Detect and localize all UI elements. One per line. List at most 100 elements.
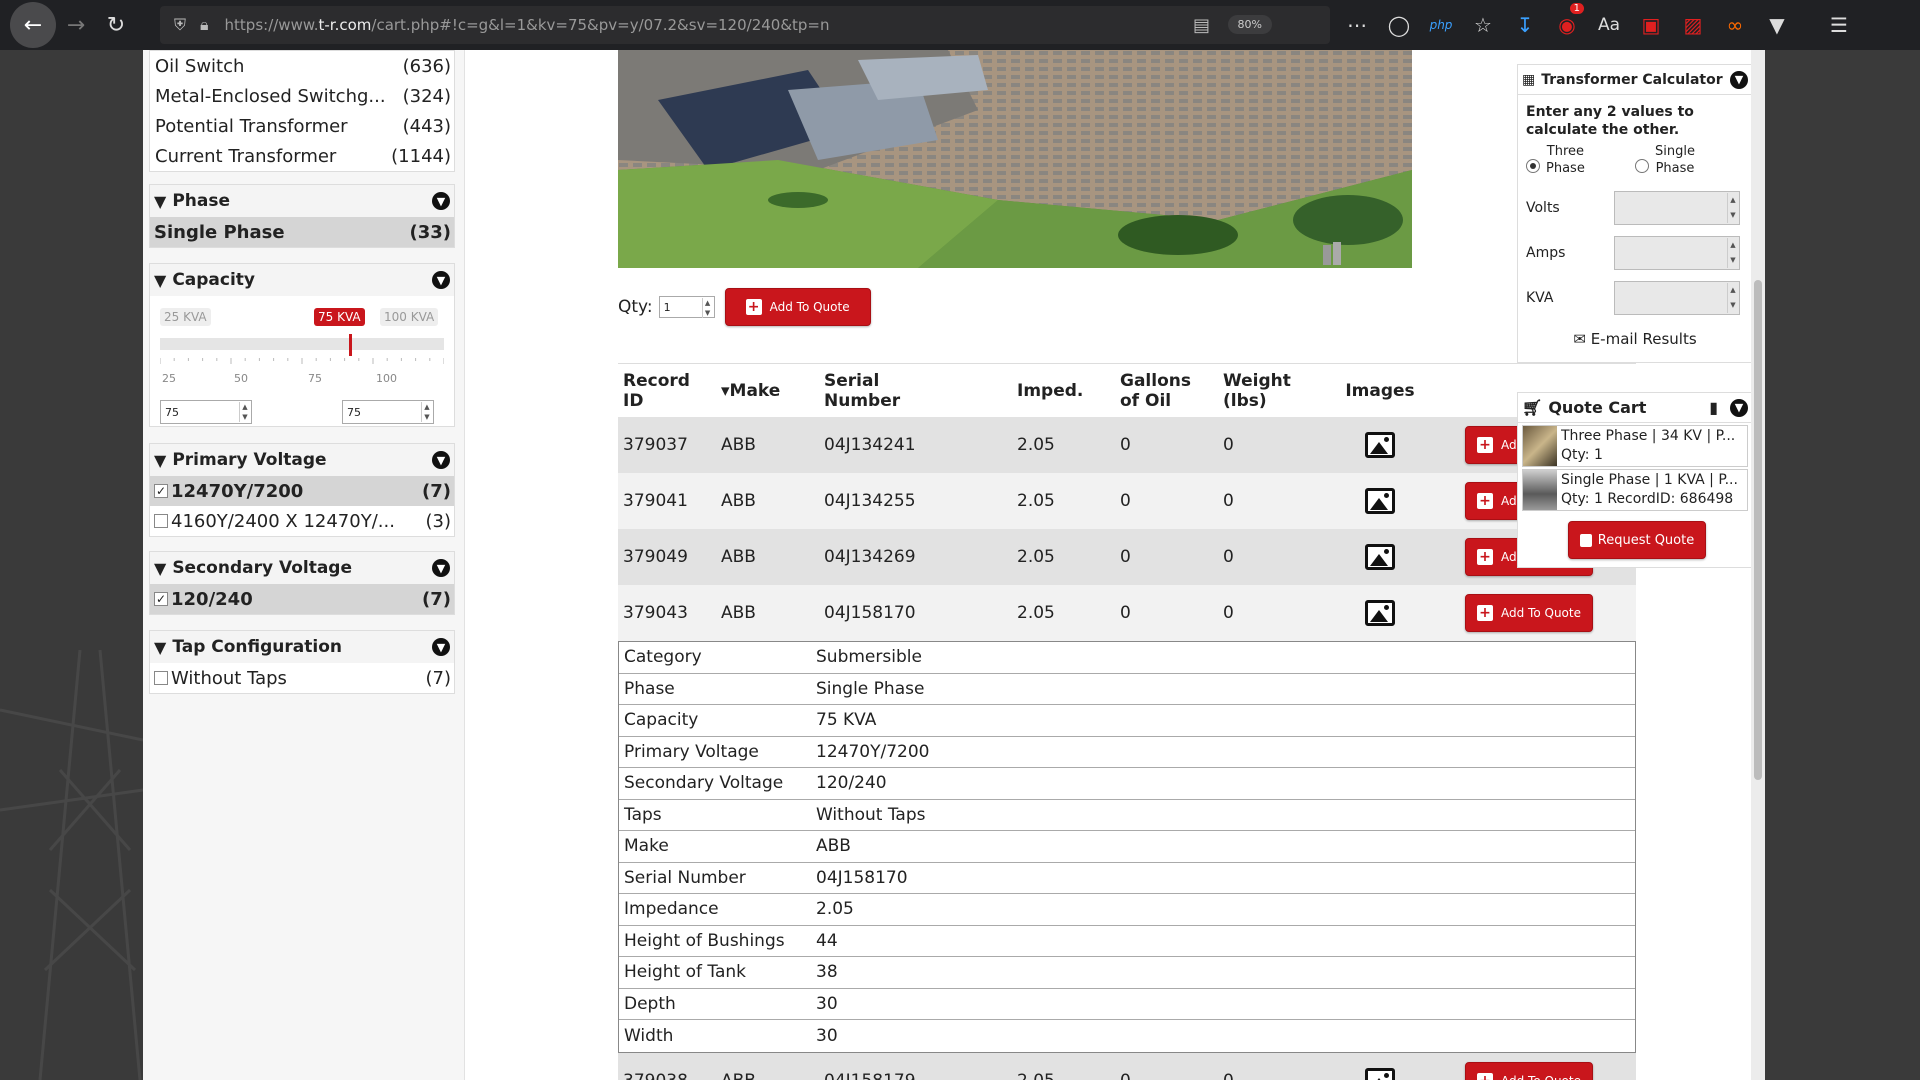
spinner-icon[interactable]: ▲ ▼ [1727,192,1738,223]
detail-key: Impedance [624,899,719,920]
chevron-down-icon[interactable]: ▼ [1730,70,1748,89]
cart-item[interactable]: Single Phase | 1 KVA | P... Qty: 1 Recor… [1522,469,1748,511]
amps-input[interactable]: ▲ ▼ [1614,235,1740,270]
detail-row: Taps Without Taps [619,800,1635,831]
lock-icon[interactable]: 🔒︎ [200,15,209,35]
spinner-icon[interactable]: ▲ ▼ [421,402,432,422]
chevron-down-icon[interactable]: ▼ [432,451,450,469]
forward-icon[interactable]: → [56,5,96,45]
volts-input[interactable]: ▲ ▼ [1614,190,1740,225]
camera-icon[interactable]: ▣ [1634,5,1668,45]
secondary-voltage-option[interactable]: ✓ 120/240 (7) [150,584,454,614]
category-item[interactable]: Potential Transformer (443) [150,111,454,141]
spinner-icon[interactable]: ▲ ▼ [1727,282,1738,313]
header-weight[interactable]: Weight (lbs) [1223,371,1326,411]
capacity-filter-header[interactable]: ▼ Capacity ▼ [150,264,454,296]
primary-voltage-option[interactable]: ✓ 12470Y/7200 (7) [150,476,454,506]
image-icon[interactable] [1365,544,1395,570]
info-icon[interactable]: ▮ [1709,398,1718,417]
funnel-icon: ▼ [154,637,167,657]
image-icon[interactable] [1365,432,1395,458]
three-phase-option[interactable]: Three Phase [1526,143,1635,177]
checkbox-checked[interactable]: ✓ [154,484,168,498]
pocket-icon[interactable]: ◯ [1382,5,1416,45]
kva-input[interactable]: ▲ ▼ [1614,280,1740,315]
php-extension-icon[interactable]: php [1424,5,1458,45]
download-icon[interactable]: ↧ [1508,5,1542,45]
single-phase-option[interactable]: Single Phase [1635,143,1744,177]
calculator-header[interactable]: ▦ Transformer Calculator ▼ [1518,65,1752,95]
chevron-down-icon[interactable]: ▼ [1730,398,1748,417]
phase-option-single[interactable]: Single Phase (33) [150,217,454,247]
table-row[interactable]: 379043 ABB 04J158170 2.05 0 0 + Add To Quote [618,585,1636,641]
image-icon[interactable] [1365,488,1395,514]
image-icon[interactable] [1365,600,1395,626]
capacity-max-input[interactable]: 75 ▲ ▼ [342,400,434,424]
reader-view-icon[interactable]: ▤ [1193,15,1210,36]
chevron-down-icon[interactable]: ▼ [432,271,450,289]
shield-icon[interactable]: ⛨ [174,15,186,35]
tap-configuration-header[interactable]: ▼ Tap Configuration ▼ [150,631,454,663]
table-row[interactable]: 379049ABB04J1342692.0500+Add To Quote [618,529,1636,585]
slider-rail[interactable] [160,338,444,350]
header-make[interactable]: ▾Make [721,381,824,401]
category-item[interactable]: Metal-Enclosed Switchg... (324) [150,81,454,111]
header-record-id[interactable]: Record ID [618,371,721,411]
vivaldi-icon[interactable]: ▼ [1760,5,1794,45]
scrollbar[interactable] [1751,50,1765,1080]
image-icon[interactable] [1365,1067,1395,1080]
radio-selected[interactable] [1526,159,1540,173]
detail-key: Height of Bushings [624,930,785,951]
header-serial[interactable]: Serial Number [824,371,1017,411]
menu-icon[interactable]: ☰ [1822,5,1856,45]
quote-cart-header[interactable]: 🛒︎ Quote Cart ▮ ▼ [1518,393,1752,423]
category-item[interactable]: Current Transformer (1144) [150,141,454,171]
qty-input[interactable]: 1 ▲ ▼ [658,296,715,318]
bookmark-star-icon[interactable]: ☆ [1466,5,1500,45]
chevron-down-icon[interactable]: ▼ [432,559,450,577]
checkbox[interactable] [154,671,168,685]
checkbox-checked[interactable]: ✓ [154,592,168,606]
category-label: Oil Switch [155,55,245,77]
category-item[interactable]: Oil Switch (636) [150,51,454,81]
add-to-quote-button[interactable]: + Add To Quote [1465,594,1593,632]
table-row[interactable]: 379038ABB04J1581792.0500+Add To Quote [618,1052,1636,1080]
ublock-icon[interactable]: ◉ 1 [1550,3,1584,45]
primary-voltage-header[interactable]: ▼ Primary Voltage ▼ [150,444,454,476]
capacity-min-input[interactable]: 75 ▲ ▼ [160,400,252,424]
back-icon[interactable]: ← [10,2,56,48]
more-icon[interactable]: ⋯ [1340,5,1374,45]
secondary-voltage-header[interactable]: ▼ Secondary Voltage ▼ [150,552,454,584]
slider-handle[interactable] [349,334,353,356]
spinner-icon[interactable]: ▲ ▼ [1727,237,1738,268]
add-to-quote-button[interactable]: + Add To Quote [724,288,871,326]
radio[interactable] [1635,159,1649,173]
checkbox[interactable] [154,514,168,528]
email-results-link[interactable]: ✉ E-mail Results [1526,330,1744,348]
header-imped[interactable]: Imped. [1017,381,1120,401]
weight: 0 [1223,435,1234,455]
request-quote-button[interactable]: Request Quote [1568,521,1706,559]
cart-item[interactable]: Three Phase | 34 KV | P... Qty: 1 [1522,425,1748,467]
plus-icon: + [1477,493,1493,509]
address-bar[interactable]: ⛨ 🔒︎ https://www.t-r.com/cart.php#!c=g&l… [160,6,1330,44]
header-gallons[interactable]: Gallons of Oil [1120,371,1223,411]
table-row[interactable]: 379041ABB04J1342552.0500+Add To Quote [618,473,1636,529]
tap-configuration-option[interactable]: Without Taps (7) [150,663,454,693]
lastpass-icon[interactable]: ▨ [1676,5,1710,45]
phase-filter-header[interactable]: ▼ Phase ▼ [150,185,454,217]
spinner-icon[interactable]: ▲ ▼ [239,402,250,422]
infinity-icon[interactable]: ∞ [1718,5,1752,45]
detail-row: Impedance 2.05 [619,894,1635,926]
chevron-down-icon[interactable]: ▼ [432,192,450,210]
table-row[interactable]: 379037ABB04J1342412.0500+Add To Quote [618,417,1636,473]
font-extension-icon[interactable]: Aa [1592,5,1626,45]
reload-icon[interactable]: ↻ [96,5,136,45]
url-text[interactable]: https://www.t-r.com/cart.php#!c=g&l=1&kv… [225,16,830,34]
primary-voltage-option[interactable]: 4160Y/2400 X 12470Y/... (3) [150,506,454,536]
chevron-down-icon[interactable]: ▼ [432,638,450,656]
scrollbar-thumb[interactable] [1754,280,1762,780]
add-to-quote-button[interactable]: + Add To Quote [1465,1061,1593,1080]
spinner-icon[interactable]: ▲ ▼ [701,298,713,318]
zoom-level[interactable]: 80% [1227,15,1272,34]
